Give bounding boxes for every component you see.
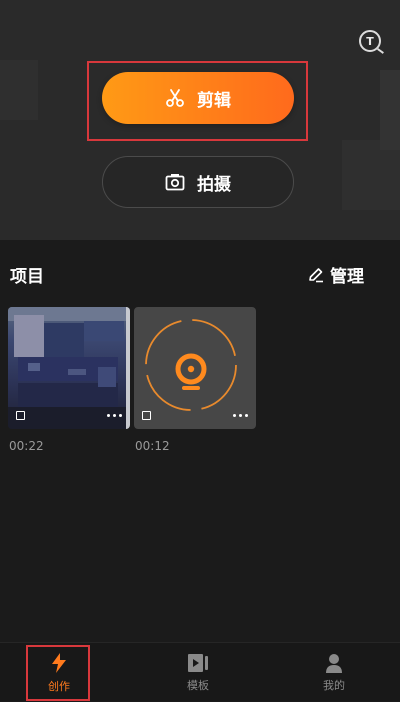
background-tile [380,70,400,150]
select-checkbox[interactable] [16,411,25,420]
project-duration: 00:22 [9,439,44,453]
manage-button[interactable]: 管理 [308,262,364,287]
project-thumbnail [134,307,256,429]
background-tile [0,60,38,120]
camera-icon [165,174,185,191]
shoot-button[interactable]: 拍摄 [102,156,294,208]
tab-create-label: 创作 [48,679,70,693]
tab-profile[interactable]: 我的 [299,643,369,702]
background-tile [342,140,400,210]
project-card[interactable] [8,307,130,429]
project-duration: 00:12 [135,439,170,453]
tutorial-icon: T [366,34,374,48]
scissors-icon [166,89,184,107]
more-options-icon[interactable] [107,414,122,417]
person-icon [326,653,342,673]
projects-title: 项目 [10,267,44,287]
edit-pencil-icon [309,267,323,282]
tutorial-button[interactable]: T [359,30,384,54]
tab-templates[interactable]: 模板 [163,643,233,702]
template-play-icon [188,653,208,672]
tab-create[interactable]: 创作 [24,643,94,702]
tab-templates-label: 模板 [187,678,209,692]
project-thumbnail [8,307,130,429]
edit-button-label: 剪辑 [197,90,231,111]
manage-label: 管理 [330,267,364,287]
lightning-icon [52,652,66,673]
tab-profile-label: 我的 [323,678,345,692]
tutorial-icon-tail [377,48,384,54]
bottom-navigation: 创作 模板 我的 [0,642,400,701]
edit-button[interactable]: 剪辑 [102,72,294,124]
shoot-button-label: 拍摄 [197,174,231,195]
select-checkbox[interactable] [142,411,151,420]
camera-placeholder-icon [145,319,237,411]
project-card[interactable] [134,307,256,429]
more-options-icon[interactable] [233,414,248,417]
top-action-area: T 剪辑 拍摄 [0,0,400,240]
